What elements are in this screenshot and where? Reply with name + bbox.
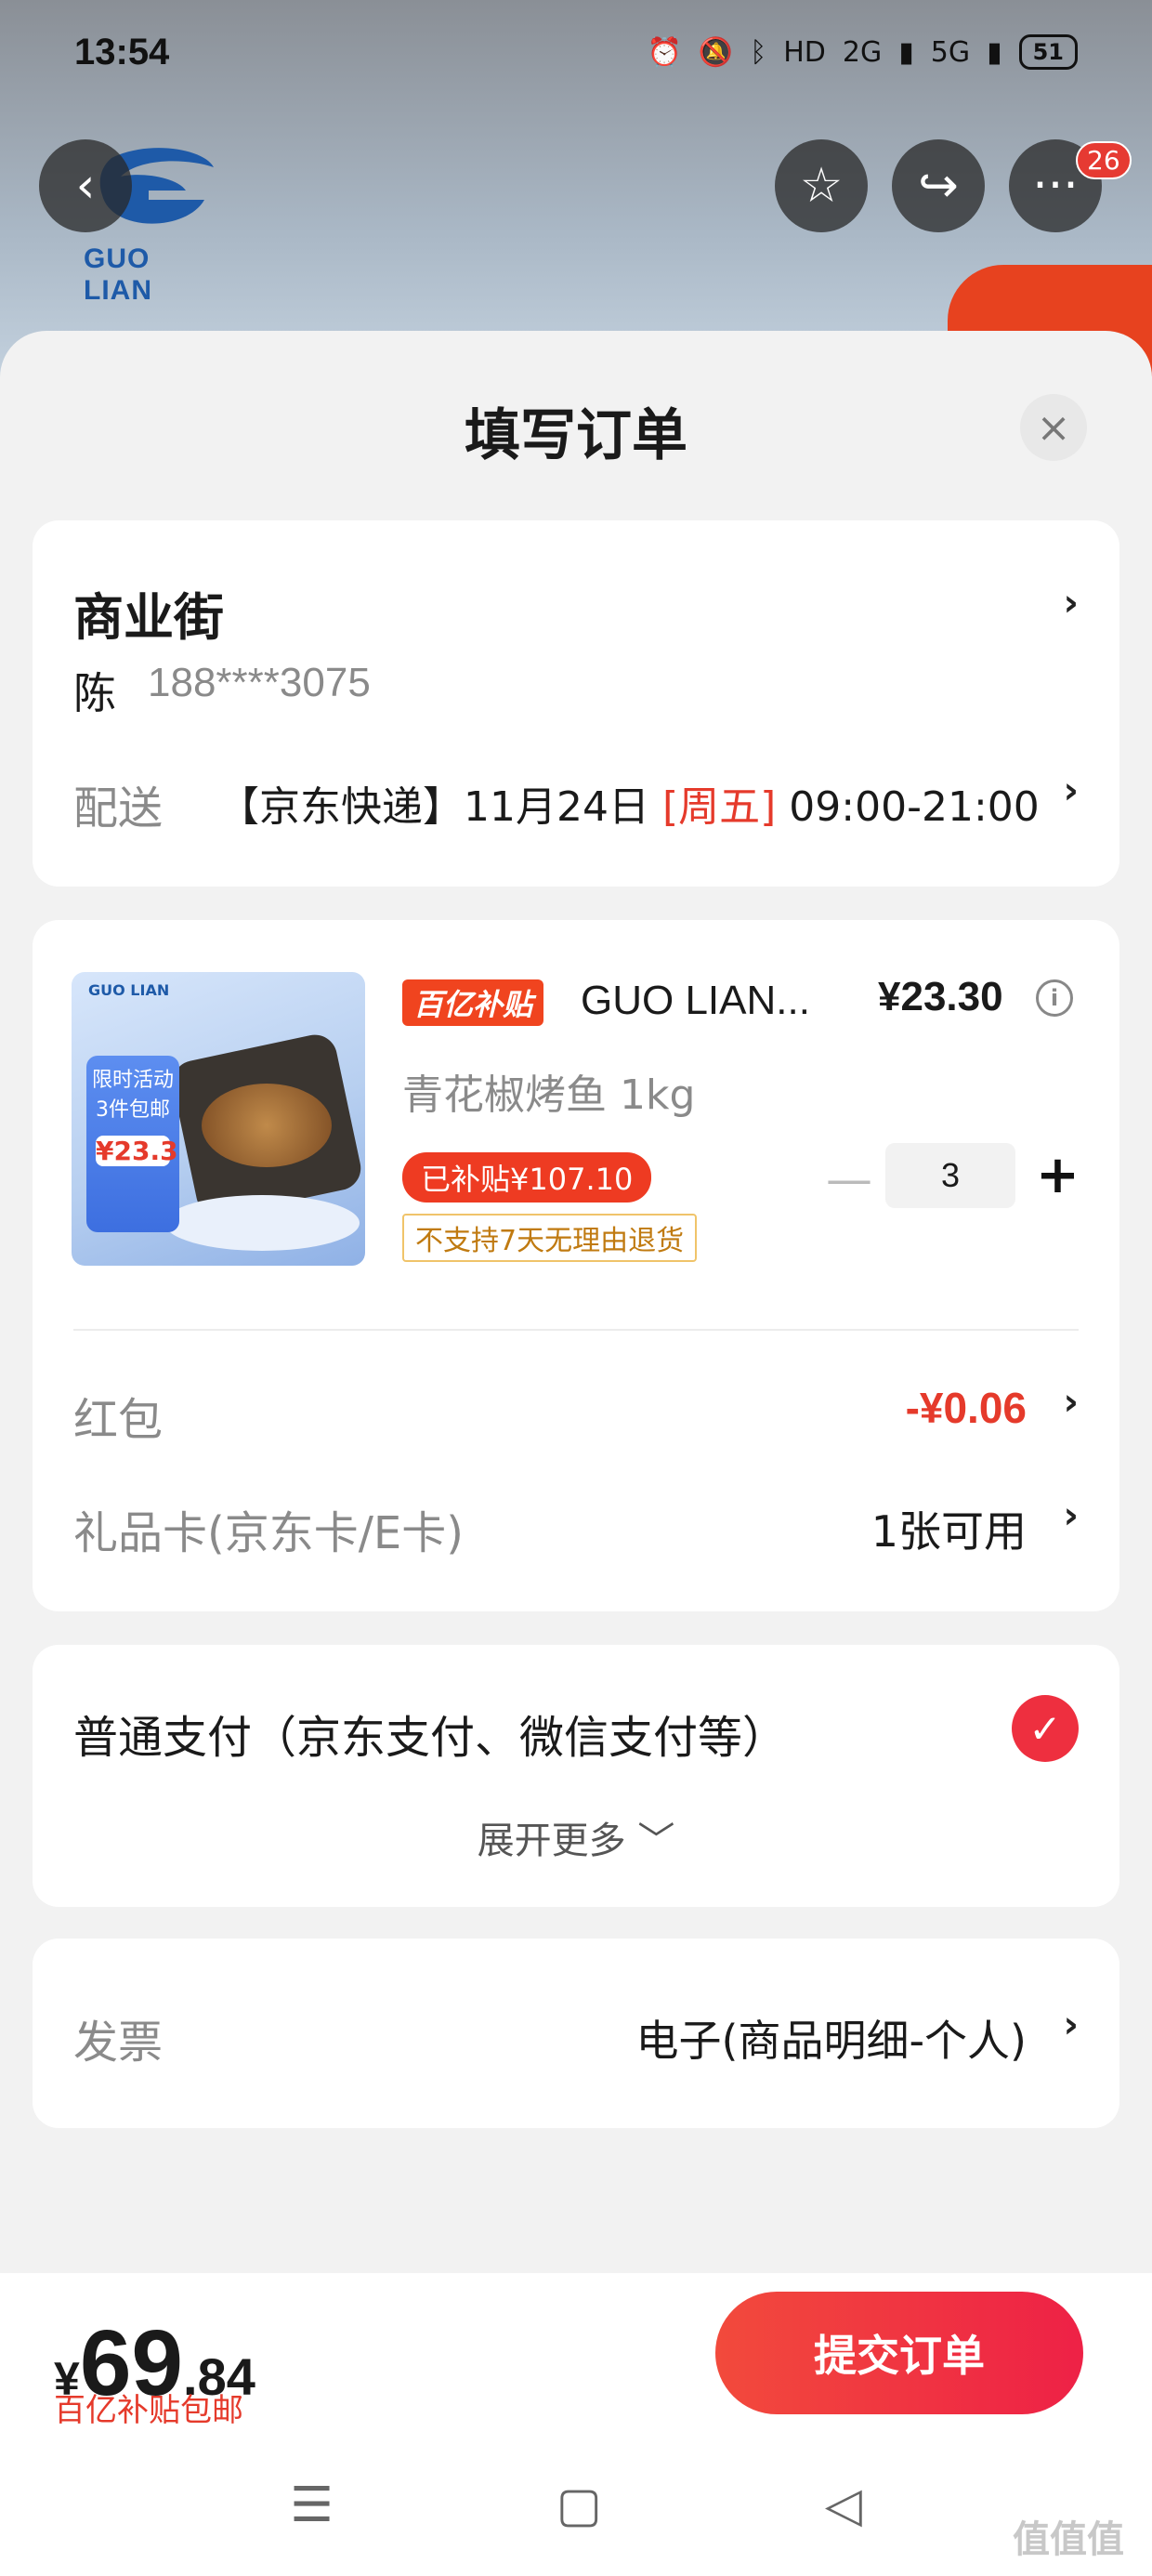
- image-promo-tag: 限时活动 3件包邮 ¥23.3: [86, 1056, 179, 1232]
- shipping-note: 百亿补贴包邮: [54, 2392, 243, 2429]
- payment-card: 普通支付（京东支付、微信支付等） ✓ 展开更多 ﹀: [33, 1645, 1119, 1907]
- network2-label: 5G: [930, 35, 971, 69]
- network-label: 2G: [842, 35, 883, 69]
- system-nav-bar: ☰ ▢ ◁: [0, 2459, 1152, 2552]
- back-button[interactable]: ‹: [39, 139, 132, 232]
- hd-label: HD: [783, 35, 826, 69]
- product-image[interactable]: GUO LIAN 限时活动 3件包邮 ¥23.3: [72, 972, 365, 1266]
- status-bar: 13:54 ⏰ 🔕 ᛒ HD 2G ▮ 5G ▮ 51: [0, 0, 1152, 104]
- battery-icon: 51: [1018, 34, 1078, 70]
- image-logo: GUO LIAN: [88, 981, 170, 999]
- quantity-field[interactable]: 3: [885, 1143, 1015, 1208]
- back-nav-icon[interactable]: ◁: [825, 2477, 862, 2533]
- invoice-card[interactable]: 发票 电子(商品明细-个人) ›: [33, 1939, 1119, 2128]
- invoice-label: 发票: [73, 2017, 164, 2069]
- chevron-right-icon: ›: [1063, 1381, 1079, 1424]
- shipping-carrier: 【京东快递】11月24日: [218, 783, 662, 831]
- share-icon: ↪: [918, 158, 959, 214]
- address-card[interactable]: 商业街 › 陈 188****3075 配送 【京东快递】11月24日 [周五]…: [33, 520, 1119, 887]
- product-spec: 青花椒烤鱼 1kg: [402, 1071, 696, 1119]
- gift-card-label: 礼品卡(京东卡/E卡): [73, 1507, 464, 1559]
- payment-method-label[interactable]: 普通支付（京东支付、微信支付等）: [73, 1701, 787, 1766]
- favorite-button[interactable]: ☆: [775, 139, 868, 232]
- info-icon[interactable]: i: [1036, 979, 1073, 1017]
- signal2-icon: ▮: [987, 35, 1002, 69]
- checkmark-icon[interactable]: ✓: [1012, 1695, 1079, 1762]
- chevron-right-icon: ›: [1063, 769, 1079, 812]
- red-packet-label: 红包: [73, 1394, 164, 1446]
- close-icon: ×: [1036, 403, 1071, 452]
- status-time: 13:54: [74, 31, 170, 72]
- share-button[interactable]: ↪: [892, 139, 985, 232]
- image-badge: 限时活动: [91, 1069, 174, 1092]
- watermark: 值值值: [1013, 2518, 1124, 2561]
- shipping-weekday: [周五]: [661, 783, 777, 831]
- fish-graphic: [202, 1084, 332, 1167]
- expand-more-button[interactable]: 展开更多 ﹀: [33, 1810, 1119, 1864]
- mute-icon: 🔕: [698, 35, 734, 69]
- recipient-phone: 188****3075: [148, 660, 371, 705]
- no-return-badge: 不支持7天无理由退货: [402, 1214, 698, 1262]
- shipping-info[interactable]: 【京东快递】11月24日 [周五] 09:00-21:00: [218, 773, 1040, 833]
- close-button[interactable]: ×: [1020, 394, 1087, 461]
- plate-graphic: [164, 1195, 360, 1251]
- chevron-right-icon: ›: [1063, 582, 1079, 624]
- notification-badge: 26: [1076, 141, 1132, 179]
- shipping-time: 09:00-21:00: [776, 783, 1040, 831]
- product-card: GUO LIAN 限时活动 3件包邮 ¥23.3 百亿补贴 GUO LIAN..…: [33, 920, 1119, 1611]
- address-title: 商业街: [73, 588, 224, 647]
- product-name: GUO LIAN...: [581, 978, 810, 1023]
- subsidy-tag: 百亿补贴: [402, 979, 544, 1026]
- back-icon: ‹: [75, 158, 96, 214]
- home-icon[interactable]: ▢: [556, 2477, 602, 2533]
- decrease-quantity-button[interactable]: —: [826, 1152, 872, 1206]
- more-icon: ···: [1032, 158, 1079, 214]
- red-packet-value[interactable]: -¥0.06: [906, 1383, 1027, 1433]
- sheet-title: 填写订单: [465, 403, 687, 468]
- image-badge2: 3件包邮: [96, 1098, 170, 1122]
- recipient-name: 陈: [73, 668, 116, 718]
- shipping-label: 配送: [73, 782, 164, 835]
- brand-name: GUO LIAN: [84, 243, 152, 306]
- divider: [73, 1329, 1079, 1331]
- status-icons: ⏰ 🔕 ᛒ HD 2G ▮ 5G ▮ 51: [647, 34, 1078, 70]
- product-price: ¥23.30: [878, 974, 1003, 1019]
- image-price: ¥23.3: [96, 1136, 178, 1166]
- menu-icon[interactable]: ☰: [290, 2477, 334, 2533]
- alarm-icon: ⏰: [647, 35, 682, 69]
- submit-order-button[interactable]: 提交订单: [715, 2292, 1083, 2414]
- chevron-right-icon: ›: [1063, 2004, 1079, 2046]
- signal-icon: ▮: [898, 35, 914, 69]
- invoice-value: 电子(商品明细-个人): [635, 2016, 1028, 2066]
- bluetooth-icon: ᛒ: [750, 35, 767, 69]
- gift-card-value[interactable]: 1张可用: [871, 1498, 1027, 1559]
- subsidy-amount: 已补贴¥107.10: [402, 1152, 652, 1203]
- increase-quantity-button[interactable]: +: [1036, 1145, 1080, 1205]
- chevron-right-icon: ›: [1063, 1494, 1079, 1537]
- star-icon: ☆: [799, 158, 844, 214]
